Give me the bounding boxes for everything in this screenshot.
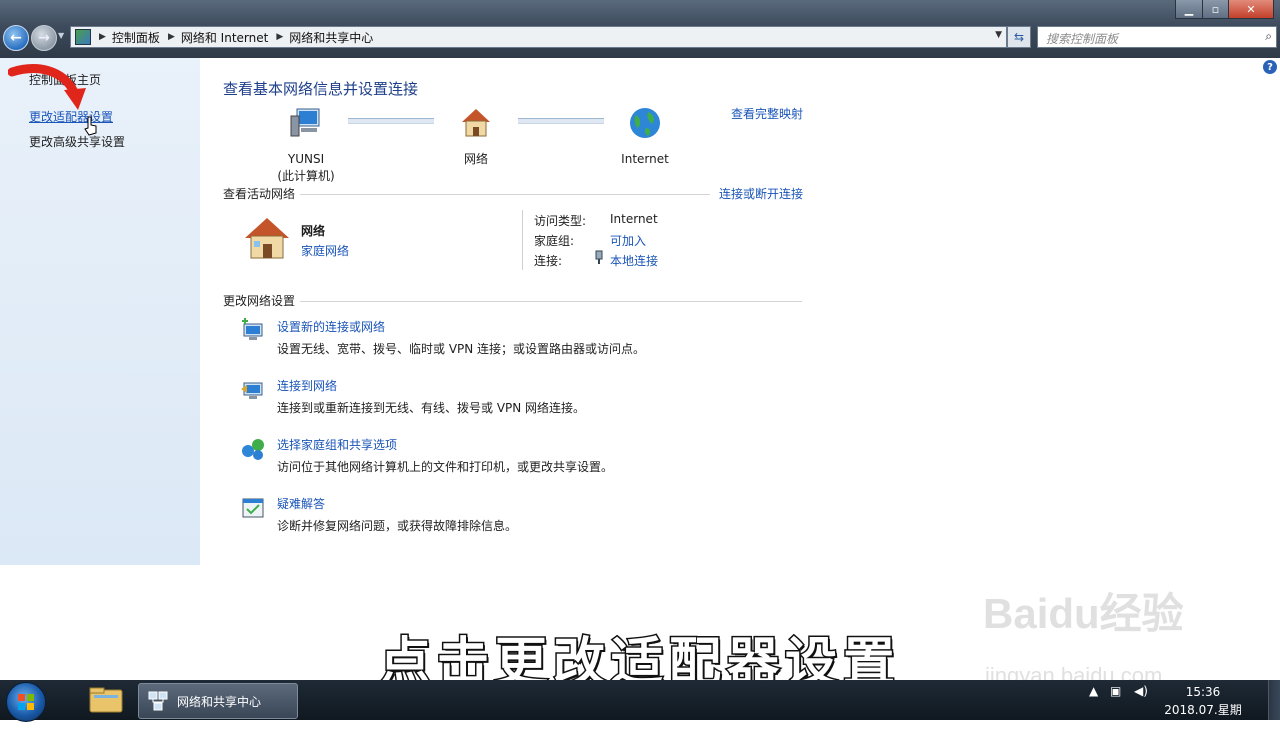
clock-date: 2018.07.星期二 (1164, 703, 1242, 735)
annotation-arrow-icon (8, 64, 86, 110)
windows-logo-icon (18, 694, 34, 710)
forward-button[interactable]: → (31, 25, 57, 51)
task-connect-network-title[interactable]: 连接到网络 (277, 377, 337, 394)
breadcrumb-network-sharing-center[interactable]: 网络和共享中心 (289, 29, 373, 46)
network-name: 网络 (301, 224, 326, 238)
minimize-button[interactable]: ▁ (1175, 0, 1203, 19)
start-button[interactable] (6, 682, 46, 722)
task-new-connection-desc: 设置无线、宽带、拨号、临时或 VPN 连接；或设置路由器或访问点。 (277, 342, 646, 356)
taskbar-explorer[interactable] (82, 683, 130, 717)
search-placeholder: 搜索控制面板 (1046, 32, 1119, 46)
troubleshoot-icon (242, 498, 264, 518)
local-connection-link[interactable]: 本地连接 (610, 252, 658, 269)
chevron-right-icon[interactable]: ▶ (168, 32, 175, 42)
network-type-link[interactable]: 家庭网络 (301, 242, 349, 259)
sidebar-item-change-advanced-sharing[interactable]: 更改高级共享设置 (29, 133, 125, 150)
house-icon (462, 109, 490, 137)
map-node-network[interactable]: 网络 (445, 106, 507, 168)
map-connector-line (518, 118, 604, 124)
refresh-icon: ⇆ (1013, 30, 1025, 44)
homegroup-icon (242, 439, 264, 460)
page-title: 查看基本网络信息并设置连接 (223, 80, 419, 98)
map-node-network-name: 网络 (463, 152, 488, 166)
connection-label: 连接: (534, 254, 563, 268)
control-panel-icon (75, 29, 91, 45)
taskbar-app-label: 网络和共享中心 (177, 694, 262, 709)
network-center-icon (148, 691, 168, 711)
map-node-internet[interactable]: Internet (611, 106, 679, 168)
map-node-computer-sub: (此计算机) (277, 169, 335, 183)
task-new-connection-title[interactable]: 设置新的连接或网络 (277, 318, 385, 335)
active-networks-heading: 查看活动网络 (223, 187, 296, 201)
ethernet-icon (595, 250, 603, 264)
view-full-map-link[interactable]: 查看完整映射 (731, 105, 803, 122)
connect-network-icon (241, 382, 263, 399)
arrow-left-icon: ← (10, 30, 22, 46)
taskbar-clock[interactable]: 15:36 2018.07.星期二 (1163, 683, 1243, 737)
computer-icon (290, 108, 320, 137)
taskbar-network-sharing-center[interactable]: 网络和共享中心 (138, 683, 298, 719)
close-button[interactable]: ✕ (1228, 0, 1274, 19)
map-node-internet-name: Internet (621, 152, 669, 166)
task-troubleshoot-title[interactable]: 疑难解答 (277, 495, 325, 512)
network-tray-icon[interactable]: ▣ (1110, 684, 1121, 698)
connect-disconnect-link[interactable]: 连接或断开连接 (719, 185, 803, 202)
show-desktop-button[interactable] (1268, 680, 1280, 720)
chevron-right-icon[interactable]: ▶ (99, 32, 106, 42)
address-dropdown-icon[interactable]: ▼ (995, 30, 1002, 40)
breadcrumb-network-internet[interactable]: 网络和 Internet (181, 29, 268, 46)
refresh-button[interactable]: ⇆ (1007, 26, 1031, 48)
task-homegroup-title[interactable]: 选择家庭组和共享选项 (277, 436, 397, 453)
volume-icon[interactable]: ◀) (1134, 684, 1148, 698)
new-connection-icon (242, 318, 263, 340)
breadcrumb-control-panel[interactable]: 控制面板 (112, 29, 160, 46)
vertical-divider (522, 210, 523, 270)
map-node-computer[interactable]: YUNSI (此计算机) (275, 106, 337, 185)
arrow-right-icon: → (38, 30, 50, 46)
task-homegroup-desc: 访问位于其他网络计算机上的文件和打印机，或更改共享设置。 (277, 460, 614, 474)
clock-time: 15:36 (1185, 685, 1221, 699)
sidebar: 控制面板主页 更改适配器设置 更改高级共享设置 (0, 58, 200, 565)
address-bar[interactable]: ▶ 控制面板 ▶ 网络和 Internet ▶ 网络和共享中心 ▼ (70, 26, 1007, 48)
show-hidden-icons[interactable]: ▲ (1089, 684, 1098, 698)
homegroup-link[interactable]: 可加入 (610, 232, 646, 249)
back-button[interactable]: ← (3, 25, 29, 51)
folder-icon (89, 687, 123, 713)
homegroup-label: 家庭组: (534, 234, 575, 248)
maximize-button[interactable]: ▫ (1202, 0, 1229, 19)
access-type-label: 访问类型: (534, 214, 587, 228)
change-settings-heading: 更改网络设置 (223, 294, 296, 308)
map-connector-line (348, 118, 434, 124)
chevron-right-icon[interactable]: ▶ (276, 32, 283, 42)
globe-icon (630, 108, 660, 138)
access-type-value: Internet (610, 212, 658, 226)
search-input[interactable]: 搜索控制面板 ⌕ (1037, 26, 1277, 48)
task-troubleshoot-desc: 诊断并修复网络问题，或获得故障排除信息。 (277, 519, 518, 533)
map-node-computer-name: YUNSI (287, 152, 325, 166)
home-network-icon (245, 218, 289, 259)
section-divider (300, 194, 710, 195)
task-connect-network-desc: 连接到或重新连接到无线、有线、拨号或 VPN 网络连接。 (277, 401, 586, 415)
search-icon[interactable]: ⌕ (1265, 29, 1272, 44)
history-dropdown-icon[interactable]: ▼ (58, 31, 64, 40)
hand-cursor-icon (84, 116, 97, 136)
section-divider (300, 301, 802, 302)
